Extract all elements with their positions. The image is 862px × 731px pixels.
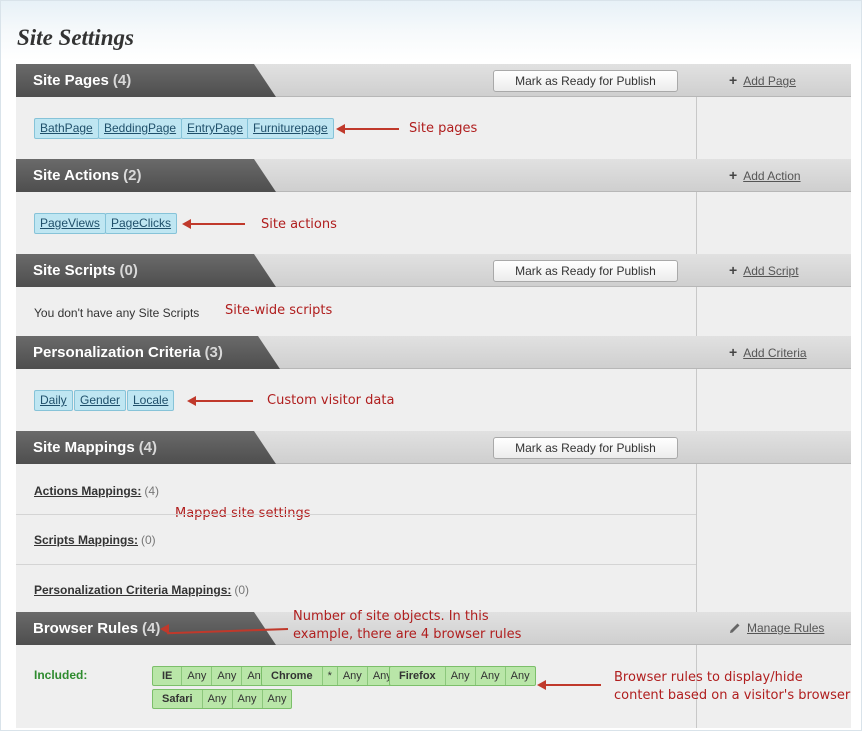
rule-value: Any	[231, 690, 262, 708]
add-script-link[interactable]: Add Script	[743, 264, 798, 278]
action-chip[interactable]: PageViews	[34, 213, 106, 234]
empty-scripts-message: You don't have any Site Scripts	[34, 306, 200, 320]
add-criteria-action[interactable]: + Add Criteria	[713, 336, 807, 369]
section-header-personalization-criteria: Personalization Criteria (3) + Add Criteri…	[16, 336, 851, 369]
action-chip[interactable]: PageClicks	[105, 213, 178, 234]
plus-icon: +	[729, 344, 738, 360]
annotation-count-line1: Number of site objects. In this	[293, 609, 489, 624]
included-label: Included:	[34, 668, 88, 682]
rule-value: *	[321, 667, 337, 685]
annotation-arrow	[160, 624, 289, 635]
mark-ready-publish-button[interactable]: Mark as Ready for Publish	[493, 260, 678, 282]
row-divider	[16, 564, 696, 565]
actions-mappings-link[interactable]: Actions Mappings:	[34, 484, 141, 498]
section-header-site-actions: Site Actions (2) + Add Action	[16, 159, 851, 192]
rule-browser: Chrome	[271, 670, 313, 682]
section-tab-site-actions: Site Actions (2)	[16, 159, 276, 192]
plus-icon: +	[729, 167, 738, 183]
section-title: Site Scripts	[33, 262, 116, 279]
add-page-link[interactable]: Add Page	[743, 74, 796, 88]
section-title: Site Pages	[33, 72, 109, 89]
rule-value: Any	[444, 667, 475, 685]
mark-ready-publish-button[interactable]: Mark as Ready for Publish	[493, 70, 678, 92]
annotation-custom-visitor-data: Custom visitor data	[267, 393, 395, 408]
criteria-chip[interactable]: Gender	[74, 390, 127, 411]
browser-rule-firefox[interactable]: Firefox Any Any Any	[389, 666, 536, 686]
section-count: (4)	[112, 72, 132, 89]
mark-ready-publish-button[interactable]: Mark as Ready for Publish	[493, 437, 678, 459]
annotation-browser-line1: Browser rules to display/hide	[614, 670, 803, 685]
plus-icon: +	[729, 262, 738, 278]
personalization-criteria-mappings-link[interactable]: Personalization Criteria Mappings:	[34, 583, 231, 597]
criteria-chip[interactable]: Locale	[127, 390, 175, 411]
row-divider	[16, 514, 696, 515]
mapping-row-actions: Actions Mappings: (4)	[34, 484, 159, 498]
page-chip[interactable]: Furniturepage	[247, 118, 334, 139]
annotation-site-actions: Site actions	[261, 217, 337, 232]
section-title: Site Actions	[33, 167, 120, 184]
section-title: Browser Rules	[33, 620, 139, 637]
add-action-action[interactable]: + Add Action	[713, 159, 801, 192]
annotation-site-pages: Site pages	[409, 121, 478, 136]
section-title: Site Mappings	[33, 439, 135, 456]
rule-value: Any	[201, 690, 232, 708]
criteria-chip[interactable]: Daily	[34, 390, 73, 411]
plus-icon: +	[729, 72, 738, 88]
section-count: (3)	[204, 344, 223, 361]
section-tab-site-scripts: Site Scripts (0)	[16, 254, 276, 287]
page-chip[interactable]: BeddingPage	[98, 118, 183, 139]
annotation-browser-line2: content based on a visitor's browser	[614, 688, 851, 703]
annotation-site-scripts: Site-wide scripts	[225, 303, 333, 318]
rule-value: Any	[336, 667, 367, 685]
manage-rules-link[interactable]: Manage Rules	[747, 621, 824, 635]
mapping-count: (0)	[234, 583, 250, 597]
mapping-count: (0)	[141, 533, 156, 547]
mapping-row-personalization-criteria: Personalization Criteria Mappings: (0)	[34, 583, 249, 597]
mapping-count: (4)	[144, 484, 160, 498]
section-title: Personalization Criteria	[33, 344, 201, 361]
browser-rule-ie[interactable]: IE Any Any Any	[152, 666, 273, 686]
section-header-site-scripts: Site Scripts (0) Mark as Ready for Publis…	[16, 254, 851, 287]
page-chip[interactable]: EntryPage	[181, 118, 250, 139]
section-tab-site-mappings: Site Mappings (4)	[16, 431, 276, 464]
rule-value: Any	[261, 690, 292, 708]
section-header-site-pages: Site Pages (4) Mark as Ready for Publish …	[16, 64, 851, 97]
add-action-link[interactable]: Add Action	[743, 169, 800, 183]
browser-rule-chrome[interactable]: Chrome * Any Any	[261, 666, 398, 686]
rule-value: Any	[474, 667, 505, 685]
annotation-arrow	[187, 396, 253, 406]
page-chip[interactable]: BathPage	[34, 118, 99, 139]
page-title: Site Settings	[17, 25, 134, 50]
manage-rules-action[interactable]: Manage Rules	[713, 612, 824, 645]
mapping-row-scripts: Scripts Mappings: (0)	[34, 533, 156, 547]
rule-browser: Firefox	[399, 670, 436, 682]
rule-browser: IE	[162, 670, 173, 682]
rule-value: Any	[211, 667, 241, 685]
annotation-arrow	[537, 680, 601, 690]
section-count: (4)	[138, 439, 158, 456]
section-count: (2)	[123, 167, 142, 184]
section-count: (0)	[119, 262, 138, 279]
rule-value: Any	[181, 667, 211, 685]
rule-value: Any	[504, 667, 535, 685]
section-tab-personalization-criteria: Personalization Criteria (3)	[16, 336, 280, 369]
annotation-arrow	[336, 124, 399, 134]
pencil-icon	[730, 623, 740, 633]
scripts-mappings-link[interactable]: Scripts Mappings:	[34, 533, 138, 547]
section-header-site-mappings: Site Mappings (4) Mark as Ready for Publi…	[16, 431, 851, 464]
annotation-count-line2: example, there are 4 browser rules	[293, 627, 522, 642]
rule-browser: Safari	[162, 693, 193, 705]
annotation-arrow	[182, 219, 245, 229]
section-tab-site-pages: Site Pages (4)	[16, 64, 276, 97]
section-count: (4)	[142, 620, 161, 637]
add-criteria-link[interactable]: Add Criteria	[743, 346, 806, 360]
add-script-action[interactable]: + Add Script	[713, 254, 799, 287]
add-page-action[interactable]: + Add Page	[713, 64, 796, 97]
browser-rule-safari[interactable]: Safari Any Any Any	[152, 689, 293, 709]
